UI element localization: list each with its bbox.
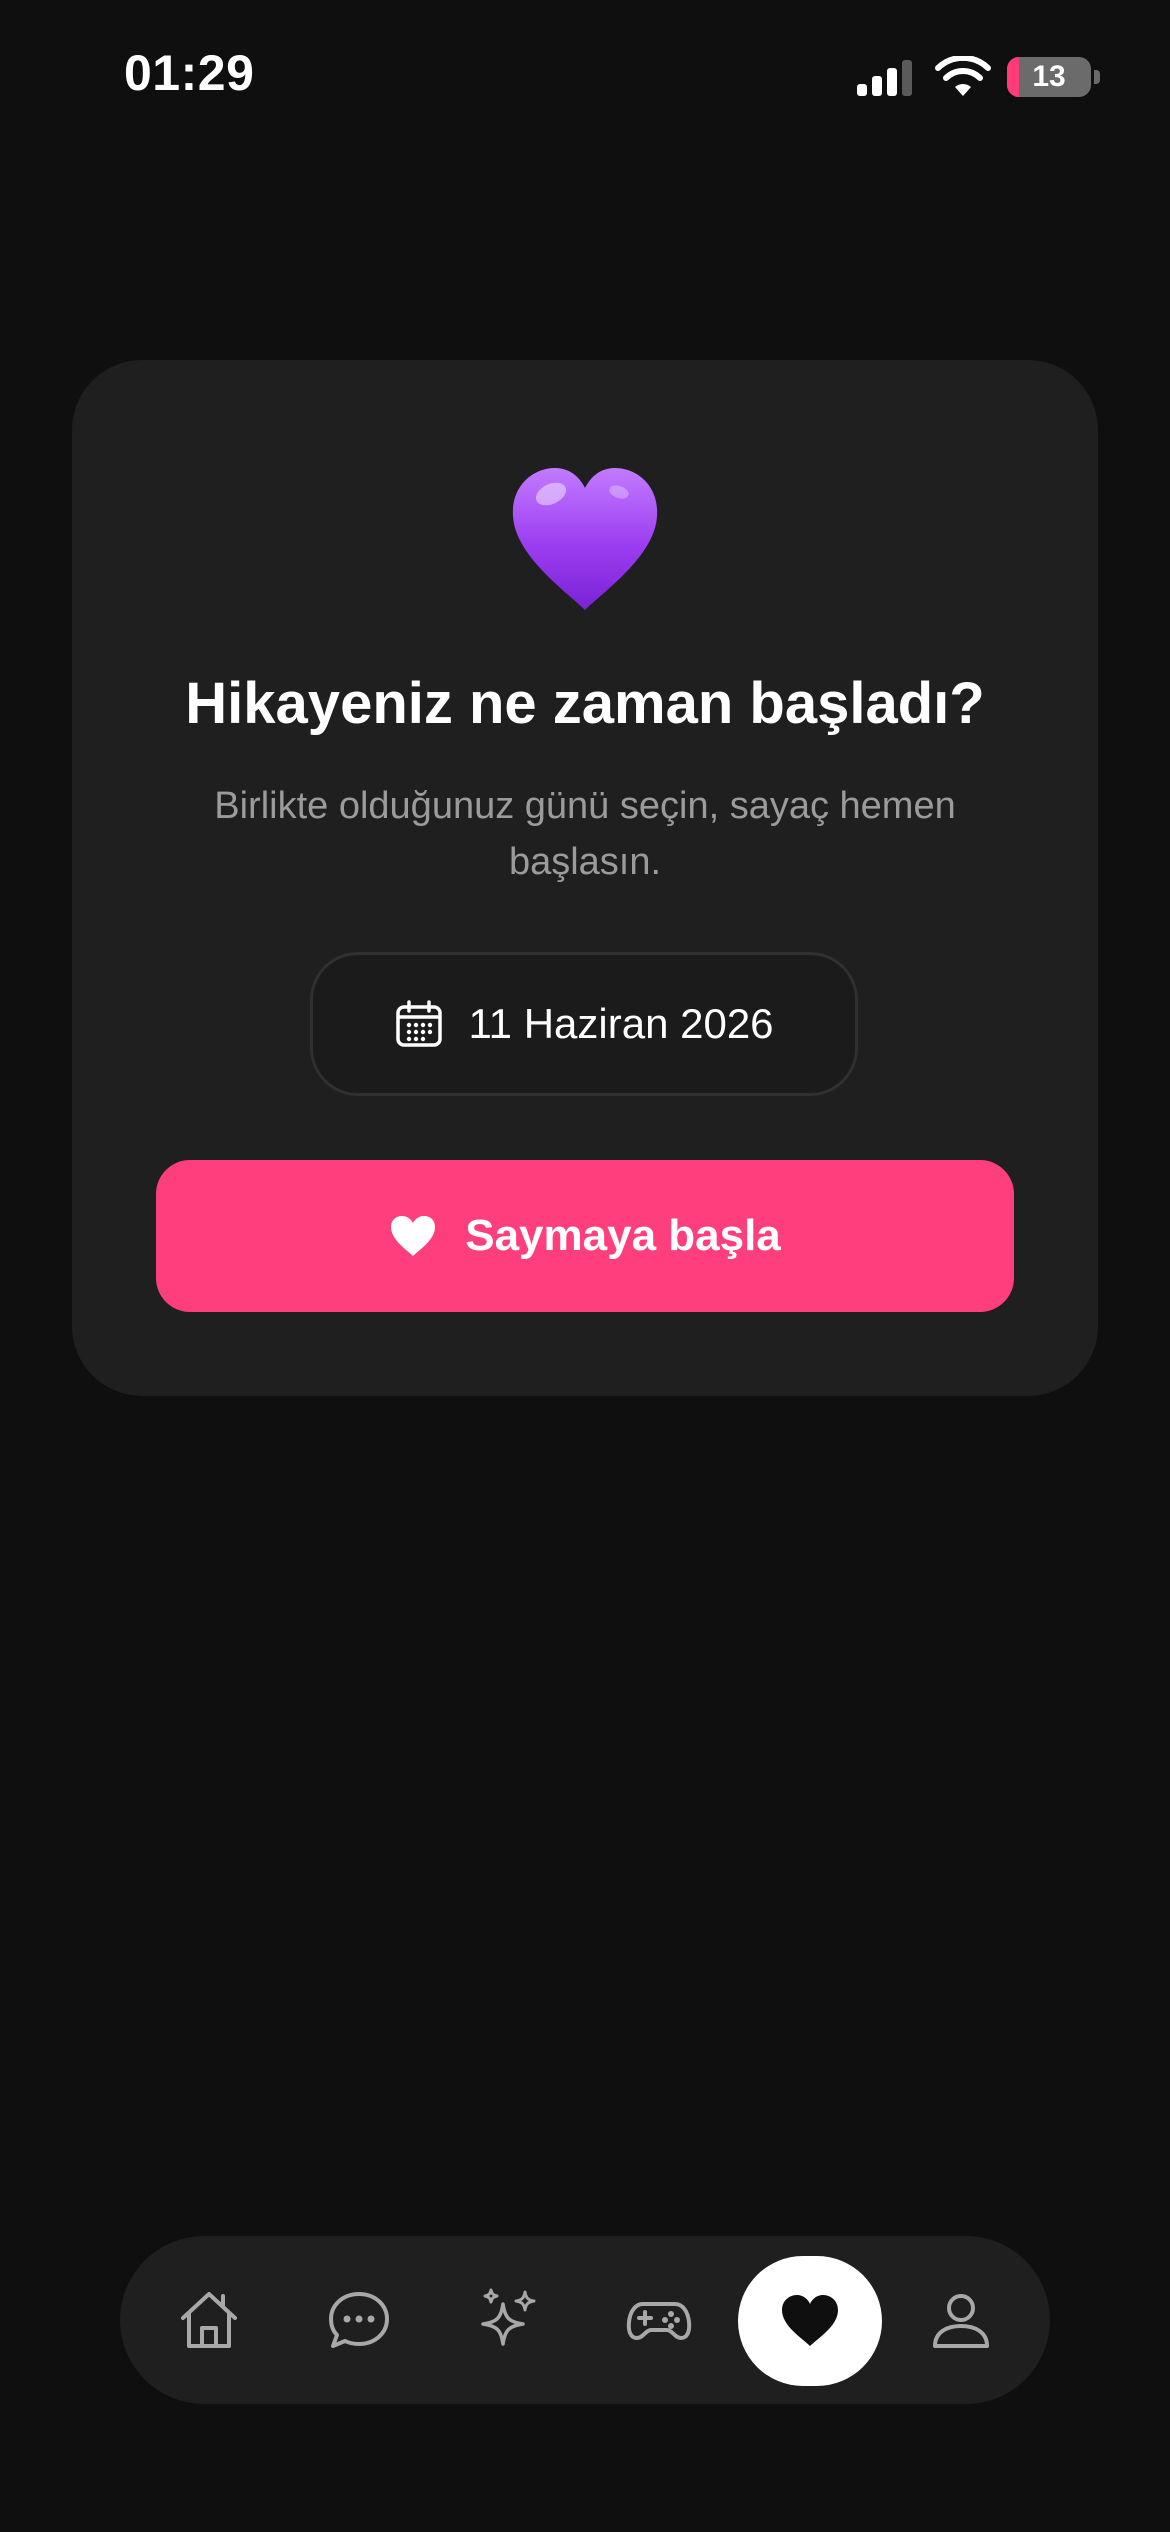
gamepad-icon <box>626 2302 692 2340</box>
start-date-card: Hikayeniz ne zaman başladı? Birlikte old… <box>72 360 1098 1396</box>
status-bar: 01:29 13 <box>0 0 1170 150</box>
status-time: 01:29 <box>124 45 255 101</box>
tab-games[interactable] <box>599 2260 719 2380</box>
battery-cap <box>1094 70 1100 84</box>
card-title: Hikayeniz ne zaman başladı? <box>185 671 985 736</box>
home-icon <box>181 2292 237 2348</box>
tab-chat[interactable] <box>299 2260 419 2380</box>
purple-heart-emoji-icon <box>512 468 658 610</box>
calendar-icon <box>396 1000 443 1047</box>
start-counting-button[interactable]: Saymaya başla <box>156 1160 1014 1312</box>
tab-home[interactable] <box>149 2260 269 2380</box>
date-picker-button[interactable]: 11 Haziran 2026 <box>310 952 858 1096</box>
profile-icon <box>933 2294 989 2348</box>
wifi-icon <box>935 56 991 96</box>
sparkles-icon <box>481 2288 536 2346</box>
heart-icon <box>782 2295 838 2346</box>
selected-date: 11 Haziran 2026 <box>468 1000 774 1047</box>
chat-bubble-icon <box>329 2292 389 2348</box>
tab-profile[interactable] <box>901 2260 1021 2380</box>
heart-icon <box>391 1216 436 1256</box>
start-counting-label: Saymaya başla <box>465 1211 781 1260</box>
cellular-signal-icon <box>857 60 912 96</box>
card-subtitle: Birlikte olduğunuz günü seçin, sayaç hem… <box>214 785 956 883</box>
battery-indicator: 13 <box>1007 57 1091 97</box>
tab-love-counter[interactable] <box>738 2256 882 2386</box>
tab-sparkles[interactable] <box>449 2260 569 2380</box>
bottom-tab-bar <box>120 2236 1050 2404</box>
battery-level: 13 <box>1032 60 1066 93</box>
